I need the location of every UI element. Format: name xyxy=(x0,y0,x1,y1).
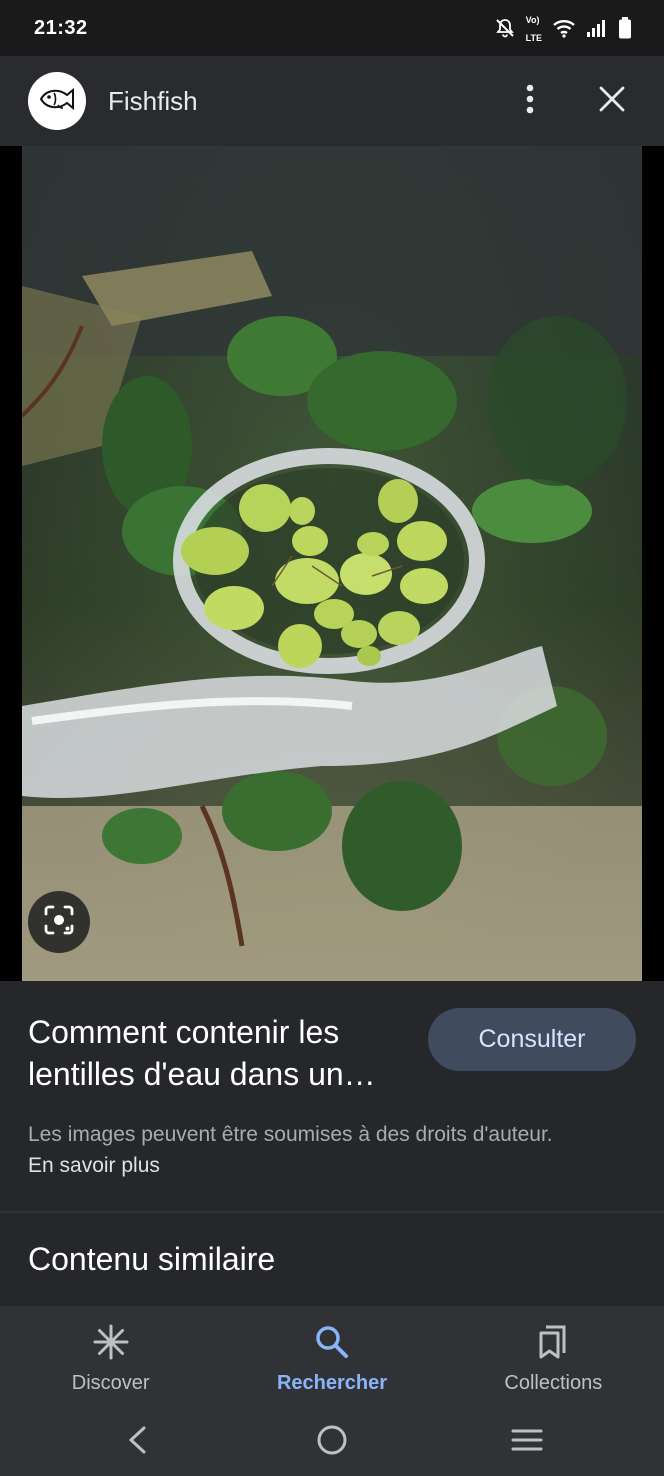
learn-more-link[interactable]: En savoir plus xyxy=(28,1154,160,1177)
aquarium-photo[interactable] xyxy=(22,146,642,981)
source-avatar[interactable] xyxy=(28,72,86,130)
close-button[interactable] xyxy=(588,77,636,125)
home-button[interactable] xyxy=(302,1417,362,1467)
menu-lines-icon xyxy=(511,1428,543,1457)
visit-button[interactable]: Consulter xyxy=(428,1008,636,1071)
status-icons: Vo) LTE xyxy=(494,10,632,46)
nav-item-search[interactable]: Rechercher xyxy=(221,1306,442,1408)
copyright-notice: Les images peuvent être soumises à des d… xyxy=(28,1119,568,1181)
nav-item-discover[interactable]: Discover xyxy=(0,1306,221,1408)
image-preview-area xyxy=(0,146,664,981)
back-chevron-icon xyxy=(126,1425,148,1460)
close-icon xyxy=(599,86,625,117)
lens-icon xyxy=(43,904,75,941)
search-icon xyxy=(315,1322,349,1362)
more-vert-icon xyxy=(526,84,534,119)
nav-label-discover: Discover xyxy=(71,1372,150,1394)
lens-search-button[interactable] xyxy=(28,891,90,953)
nav-label-search: Rechercher xyxy=(276,1372,388,1394)
more-options-button[interactable] xyxy=(506,77,554,125)
result-info-panel: Comment contenir les lentilles d'eau dan… xyxy=(0,981,664,1211)
aquarium-illustration xyxy=(22,146,642,981)
home-circle-icon xyxy=(316,1424,348,1461)
recents-button[interactable] xyxy=(497,1417,557,1467)
copyright-text: Les images peuvent être soumises à des d… xyxy=(28,1123,553,1146)
fish-icon xyxy=(38,86,76,117)
result-title[interactable]: Comment contenir les lentilles d'eau dan… xyxy=(28,1011,418,1095)
source-header: Fishfish xyxy=(0,56,664,146)
back-button[interactable] xyxy=(107,1417,167,1467)
battery-icon xyxy=(618,17,632,39)
collections-icon xyxy=(537,1322,569,1362)
status-bar: 21:32 Vo) LTE xyxy=(0,0,664,56)
nav-label-collections: Collections xyxy=(504,1372,603,1394)
status-time: 21:32 xyxy=(34,16,88,39)
signal-icon xyxy=(586,18,608,38)
nav-item-collections[interactable]: Collections xyxy=(443,1306,664,1408)
source-site-name[interactable]: Fishfish xyxy=(108,86,506,117)
bottom-navigation: Discover Rechercher Collections xyxy=(0,1306,664,1408)
asterisk-icon xyxy=(93,1322,129,1362)
similar-content-section: Contenu similaire xyxy=(0,1213,664,1306)
mute-bell-icon xyxy=(494,17,516,39)
system-navigation-bar xyxy=(0,1408,664,1476)
similar-content-title: Contenu similaire xyxy=(28,1241,276,1277)
wifi-icon xyxy=(552,18,576,38)
volte-lte-icon: Vo) LTE xyxy=(525,15,542,43)
